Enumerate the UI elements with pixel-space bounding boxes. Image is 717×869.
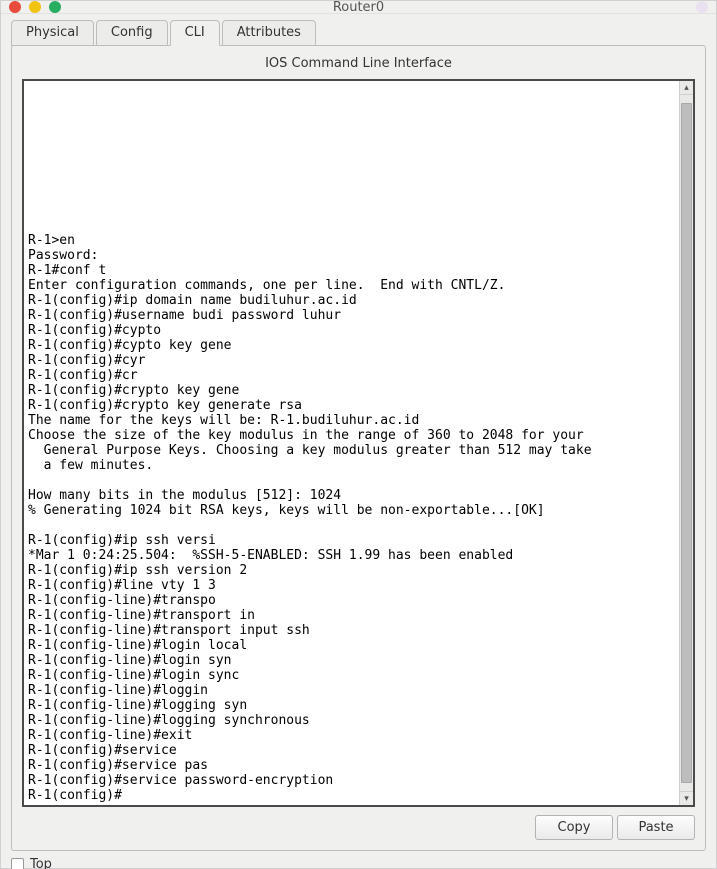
- cli-panel: IOS Command Line Interface R-1>en Passwo…: [11, 45, 706, 851]
- button-row: Copy Paste: [22, 815, 695, 840]
- scroll-up-icon[interactable]: ▴: [680, 81, 693, 95]
- scroll-thumb[interactable]: [681, 103, 692, 784]
- window-frame: Router0 Physical Config CLI Attributes I…: [0, 0, 717, 869]
- window-title: Router0: [1, 0, 716, 15]
- terminal-container: R-1>en Password: R-1#conf t Enter config…: [22, 79, 695, 807]
- minimize-icon[interactable]: [29, 1, 41, 13]
- titlebar: Router0: [1, 1, 716, 14]
- tab-physical[interactable]: Physical: [11, 20, 94, 46]
- body-area: Physical Config CLI Attributes IOS Comma…: [1, 14, 716, 857]
- scrollbar[interactable]: ▴ ▾: [679, 81, 693, 805]
- maximize-icon[interactable]: [49, 1, 61, 13]
- copy-button[interactable]: Copy: [535, 815, 613, 840]
- terminal-output[interactable]: R-1>en Password: R-1#conf t Enter config…: [24, 81, 679, 805]
- panel-title: IOS Command Line Interface: [22, 56, 695, 71]
- tab-attributes[interactable]: Attributes: [222, 20, 316, 46]
- paste-button[interactable]: Paste: [617, 815, 695, 840]
- bottom-bar: Top: [1, 857, 716, 869]
- tab-cli[interactable]: CLI: [170, 20, 220, 46]
- scroll-down-icon[interactable]: ▾: [680, 791, 693, 805]
- window-controls: [9, 1, 61, 13]
- top-checkbox[interactable]: [11, 858, 24, 869]
- close-icon[interactable]: [9, 1, 21, 13]
- tab-bar: Physical Config CLI Attributes: [11, 20, 706, 46]
- top-label: Top: [30, 857, 52, 869]
- decor-dot-icon: [696, 1, 708, 13]
- tab-config[interactable]: Config: [96, 20, 168, 46]
